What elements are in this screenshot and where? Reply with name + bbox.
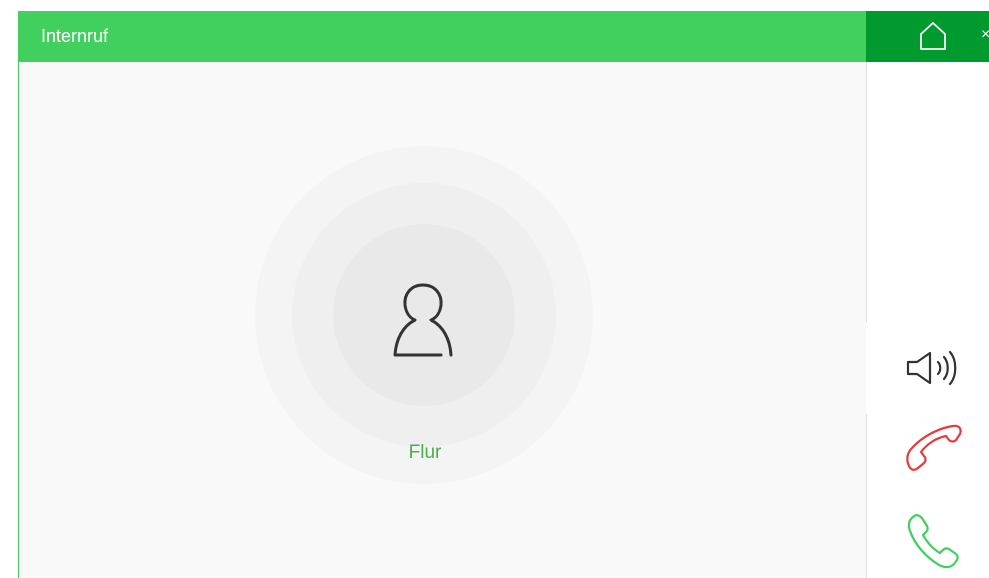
side-header: × (866, 11, 989, 62)
header-bar: Internruf (19, 11, 867, 62)
speaker-icon[interactable] (903, 346, 961, 390)
answer-phone-icon[interactable] (905, 512, 961, 572)
page-title: Internruf (41, 26, 109, 46)
side-divider (866, 62, 867, 323)
side-divider-lower (866, 414, 867, 578)
close-button[interactable]: × (981, 25, 989, 45)
hangup-phone-icon[interactable] (903, 420, 965, 472)
side-panel (866, 62, 989, 578)
caller-name: Flur (408, 442, 442, 463)
person-icon (393, 283, 453, 357)
home-icon[interactable] (918, 21, 948, 51)
